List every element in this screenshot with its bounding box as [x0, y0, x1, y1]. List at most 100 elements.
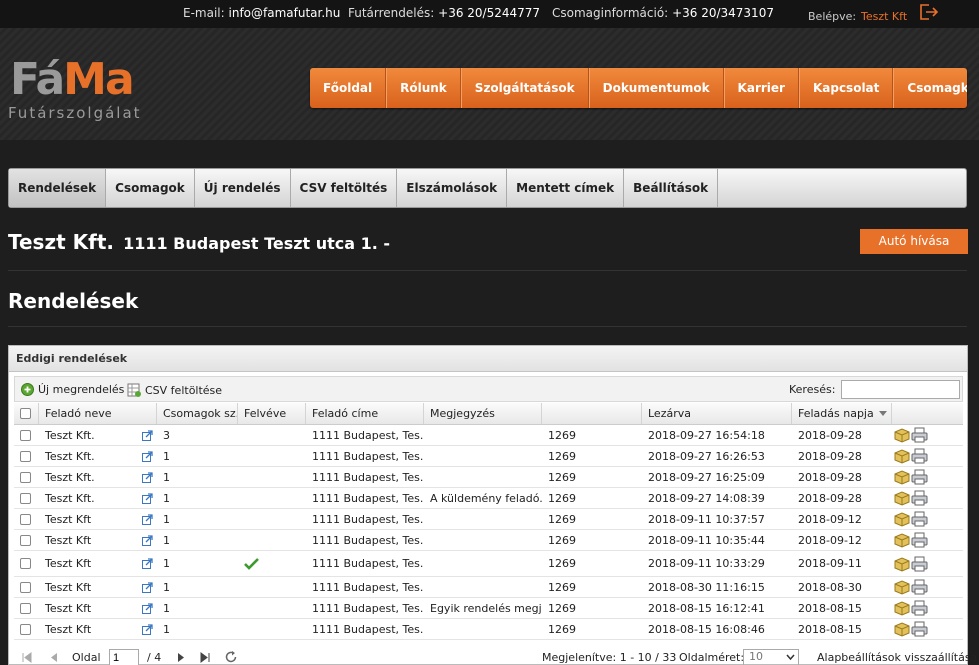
print-icon[interactable] — [911, 467, 931, 487]
cell-package-count: 3 — [163, 428, 170, 442]
cell-code: 1269 — [548, 491, 576, 505]
col-note[interactable]: Megjegyzés — [424, 403, 542, 424]
tab-billing[interactable]: Elszámolások — [397, 169, 508, 207]
print-icon[interactable] — [911, 509, 931, 529]
prev-page-icon[interactable] — [50, 652, 58, 663]
refresh-icon[interactable] — [224, 650, 238, 664]
col-picked-up[interactable]: Felvéve — [238, 403, 306, 424]
page-size-select[interactable]: 10 — [743, 649, 799, 665]
open-link-icon[interactable] — [142, 509, 157, 529]
next-page-icon[interactable] — [177, 652, 185, 663]
main-nav-contact[interactable]: Kapcsolat — [798, 68, 894, 108]
open-link-icon[interactable] — [142, 577, 157, 597]
row-select-cell — [14, 425, 39, 445]
cell-dispatch-date: 2018-08-15 — [798, 622, 862, 636]
row-checkbox[interactable] — [20, 534, 31, 546]
logout-icon[interactable] — [919, 4, 939, 20]
row-checkbox[interactable] — [20, 429, 31, 441]
new-order-button[interactable]: Új megrendelés — [21, 383, 124, 396]
fama-logo[interactable]: FáMa Futárszolgálat — [8, 56, 178, 126]
open-link-icon[interactable] — [142, 467, 157, 487]
page-input[interactable] — [109, 649, 139, 665]
col-sender-address[interactable]: Feladó címe — [306, 403, 424, 424]
col-code[interactable] — [542, 403, 642, 424]
last-page-icon[interactable] — [200, 652, 210, 663]
row-checkbox[interactable] — [20, 492, 31, 504]
user-link[interactable]: Teszt Kft — [861, 10, 907, 23]
print-icon[interactable] — [911, 530, 931, 550]
tab-csv-upload[interactable]: CSV feltöltés — [291, 169, 398, 207]
col-closed[interactable]: Lezárva — [642, 403, 792, 424]
main-nav-tracking[interactable]: Csomagkövetés — [893, 68, 967, 108]
print-icon[interactable] — [911, 425, 931, 445]
col-actions — [892, 403, 963, 424]
page-size-label: Oldalméret: — [679, 651, 745, 664]
print-icon[interactable] — [911, 577, 931, 597]
search-input[interactable] — [841, 380, 960, 399]
print-icon[interactable] — [911, 619, 931, 639]
row-checkbox[interactable] — [20, 450, 31, 462]
cell-note — [424, 619, 542, 639]
cell-sender-name: Teszt Kft. — [45, 428, 95, 442]
row-checkbox[interactable] — [20, 558, 31, 569]
order-phone: +36 20/5244777 — [438, 6, 541, 20]
cell-closed-at: 2018-09-11 10:33:29 — [648, 557, 765, 570]
col-dispatch-date[interactable]: Feladás napja — [792, 403, 892, 424]
main-nav: Főoldal Rólunk Szolgáltatások Dokumentum… — [310, 68, 967, 108]
print-icon[interactable] — [911, 551, 931, 576]
tab-new-order[interactable]: Új rendelés — [195, 169, 291, 207]
table-row[interactable]: Teszt Kft 1 1111 Budapest, Tes... Egyik ren… — [14, 598, 963, 619]
row-select-cell — [14, 509, 39, 529]
logo-wordmark: FáMa — [10, 54, 135, 105]
row-checkbox[interactable] — [20, 623, 31, 635]
table-row[interactable]: Teszt Kft 1 1111 Budapest, Tes... 1269 2018-… — [14, 577, 963, 598]
table-row[interactable]: Teszt Kft. 1 1111 Budapest, Tes... 1269 2018… — [14, 467, 963, 488]
select-all-checkbox[interactable] — [20, 408, 31, 419]
call-car-button[interactable]: Autó hívása — [860, 229, 968, 254]
email-info: E-mail: info@famafutar.hu — [183, 6, 340, 20]
table-row[interactable]: Teszt Kft 1 1111 Budapest, Tes... 1269 2018-… — [14, 509, 963, 530]
col-sender-name[interactable]: Feladó neve — [39, 403, 157, 424]
cell-closed-at: 2018-08-15 16:12:41 — [648, 601, 765, 615]
table-row[interactable]: Teszt Kft 1 1111 Budapest, Tes... 1269 2018-… — [14, 530, 963, 551]
print-icon[interactable] — [911, 598, 931, 618]
first-page-icon[interactable] — [22, 652, 32, 663]
main-nav-home[interactable]: Főoldal — [310, 68, 387, 108]
open-link-icon[interactable] — [142, 598, 157, 618]
open-link-icon[interactable] — [142, 488, 157, 508]
print-icon[interactable] — [911, 446, 931, 466]
tab-packages[interactable]: Csomagok — [106, 169, 195, 207]
reset-defaults-link[interactable]: Alapbeállítások visszaállítása — [817, 651, 977, 664]
open-link-icon[interactable] — [142, 619, 157, 639]
main-nav-about[interactable]: Rólunk — [386, 68, 461, 108]
tab-settings[interactable]: Beállítások — [624, 169, 719, 207]
csv-upload-button[interactable]: CSV feltöltése — [127, 383, 222, 397]
open-link-icon[interactable] — [142, 425, 157, 445]
open-link-icon[interactable] — [142, 530, 157, 550]
row-checkbox[interactable] — [20, 602, 31, 614]
email-link[interactable]: info@famafutar.hu — [229, 6, 341, 20]
row-checkbox[interactable] — [20, 471, 31, 483]
open-link-icon[interactable] — [142, 446, 157, 466]
table-row[interactable]: Teszt Kft 1 1111 Budapest, Tes... 1269 2018-… — [14, 619, 963, 640]
cell-package-count: 1 — [163, 533, 170, 547]
cell-closed-at: 2018-09-27 16:26:53 — [648, 449, 765, 463]
cell-sender-name: Teszt Kft. — [45, 491, 95, 505]
table-row[interactable]: Teszt Kft 1 1111 Budapest, Tes... 1269 2018-… — [14, 551, 963, 577]
print-icon[interactable] — [911, 488, 931, 508]
row-checkbox[interactable] — [20, 513, 31, 525]
cell-note — [424, 509, 542, 529]
cell-sender-name: Teszt Kft. — [45, 449, 95, 463]
main-nav-documents[interactable]: Dokumentumok — [588, 68, 724, 108]
tab-saved-addresses[interactable]: Mentett címek — [507, 169, 625, 207]
open-link-icon[interactable] — [142, 551, 157, 576]
new-order-label: Új megrendelés — [38, 383, 125, 396]
row-checkbox[interactable] — [20, 581, 31, 593]
table-row[interactable]: Teszt Kft. 3 1111 Budapest, Tes... 1269 2018… — [14, 425, 963, 446]
table-row[interactable]: Teszt Kft. 1 1111 Budapest, Tes... 1269 2018… — [14, 446, 963, 467]
tab-orders[interactable]: Rendelések — [9, 169, 107, 207]
main-nav-services[interactable]: Szolgáltatások — [460, 68, 589, 108]
main-nav-career[interactable]: Karrier — [723, 68, 799, 108]
col-package-count[interactable]: Csomagok sz. — [157, 403, 238, 424]
table-row[interactable]: Teszt Kft. 1 1111 Budapest, Tes... A küldem… — [14, 488, 963, 509]
